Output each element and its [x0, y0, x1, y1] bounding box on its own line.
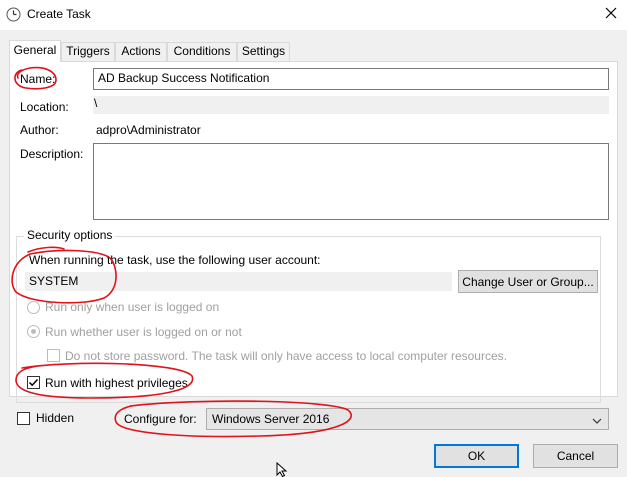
configure-for-value: Windows Server 2016 — [212, 412, 330, 426]
description-textarea[interactable] — [93, 143, 609, 220]
hidden-label: Hidden — [36, 411, 75, 425]
tab-conditions[interactable]: Conditions — [167, 42, 237, 61]
close-icon — [605, 7, 617, 22]
highest-privileges-label: Run with highest privileges — [45, 376, 188, 390]
radio-logged-on-or-not[interactable] — [27, 325, 40, 338]
configure-for-label: Configure for: — [124, 412, 197, 426]
radio-logged-on-label: Run only when user is logged on — [45, 300, 220, 314]
cancel-button[interactable]: Cancel — [533, 444, 618, 468]
user-account-value: SYSTEM — [25, 272, 452, 291]
clock-icon — [6, 7, 21, 22]
ok-button[interactable]: OK — [434, 444, 519, 468]
security-options-title: Security options — [24, 228, 116, 242]
tab-triggers[interactable]: Triggers — [61, 42, 115, 61]
name-input[interactable]: AD Backup Success Notification — [93, 68, 609, 90]
window-title: Create Task — [27, 7, 91, 21]
account-prompt: When running the task, use the following… — [29, 253, 321, 267]
name-label: Name: — [20, 72, 56, 86]
description-label: Description: — [20, 147, 84, 161]
chevron-down-icon — [592, 414, 602, 428]
highest-privileges-checkbox[interactable] — [27, 376, 40, 389]
author-value: adpro\Administrator — [96, 123, 201, 137]
no-store-password-label: Do not store password. The task will onl… — [65, 349, 507, 363]
close-button[interactable] — [596, 2, 626, 26]
author-label: Author: — [20, 123, 59, 137]
title-bar: Create Task — [0, 0, 627, 30]
radio-logged-on-or-not-label: Run whether user is logged on or not — [45, 325, 242, 339]
location-value: \ — [93, 96, 609, 114]
hidden-checkbox[interactable] — [17, 412, 30, 425]
no-store-password-checkbox[interactable] — [47, 349, 60, 362]
radio-logged-on[interactable] — [27, 301, 40, 314]
tab-settings[interactable]: Settings — [237, 42, 290, 61]
configure-for-select[interactable]: Windows Server 2016 — [206, 408, 609, 430]
change-user-button[interactable]: Change User or Group... — [458, 270, 598, 293]
mouse-cursor-icon — [276, 461, 288, 477]
tab-general[interactable]: General — [9, 40, 61, 62]
tab-actions[interactable]: Actions — [115, 42, 167, 61]
location-label: Location: — [20, 100, 69, 114]
